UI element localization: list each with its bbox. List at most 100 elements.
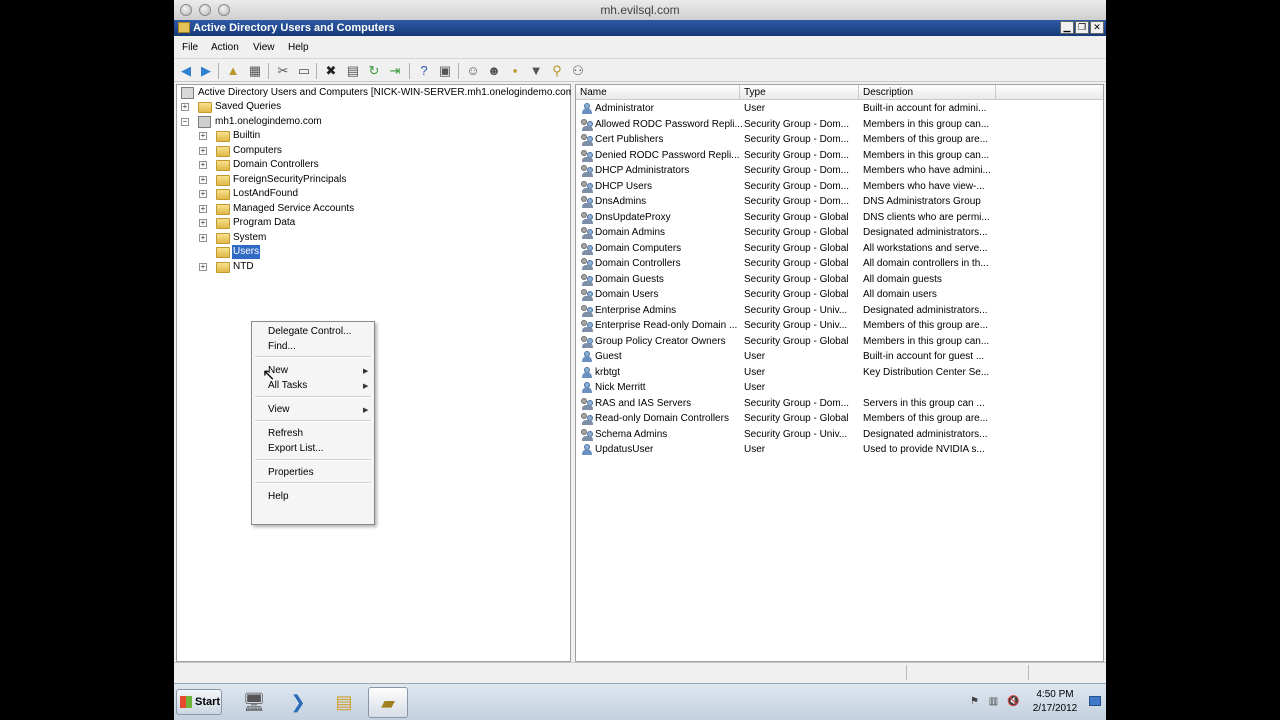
cell-type: User bbox=[744, 351, 766, 362]
tree-label: LostAndFound bbox=[233, 188, 299, 199]
column-header-type[interactable]: Type bbox=[740, 85, 859, 100]
list-row[interactable]: Domain Users Security Group - Global All d… bbox=[576, 287, 1103, 303]
ctx-help[interactable]: Help bbox=[268, 491, 289, 502]
menu-action[interactable]: Action bbox=[211, 42, 239, 53]
taskbar-clock[interactable]: 4:50 PM 2/17/2012 bbox=[1020, 688, 1090, 716]
show-tree-icon[interactable]: ▦ bbox=[247, 63, 263, 79]
delete-icon[interactable]: ✖ bbox=[323, 63, 339, 79]
explorer-icon[interactable]: ▤ bbox=[324, 687, 364, 718]
cell-description: All domain guests bbox=[863, 273, 942, 285]
user-icon bbox=[581, 443, 594, 456]
add-to-group-icon[interactable]: ⚇ bbox=[570, 63, 586, 79]
close-button[interactable]: ✕ bbox=[1090, 21, 1104, 34]
column-header-name[interactable]: Name bbox=[576, 85, 740, 100]
menu-file[interactable]: File bbox=[182, 42, 198, 53]
list-row[interactable]: Domain Computers Security Group - Global A… bbox=[576, 241, 1103, 257]
ctx-refresh[interactable]: Refresh bbox=[268, 428, 303, 439]
list-row[interactable]: DnsAdmins Security Group - Dom... DNS Admi… bbox=[576, 194, 1103, 210]
aduc-task-button[interactable]: ▰ bbox=[368, 687, 408, 718]
powershell-icon[interactable]: ❯ bbox=[278, 687, 318, 718]
new-group-icon[interactable]: ☻ bbox=[486, 63, 502, 79]
folder-icon bbox=[216, 189, 230, 200]
list-row[interactable]: RAS and IAS Servers Security Group - Dom.… bbox=[576, 396, 1103, 412]
volume-muted-icon[interactable]: 🔇 bbox=[1007, 696, 1019, 707]
list-row[interactable]: Allowed RODC Password Repli... Security G… bbox=[576, 117, 1103, 133]
find-icon[interactable]: ⚲ bbox=[549, 63, 565, 79]
group-icon bbox=[581, 180, 594, 193]
ctx-properties[interactable]: Properties bbox=[268, 467, 314, 478]
list-row[interactable]: DHCP Users Security Group - Dom... Members… bbox=[576, 179, 1103, 195]
expand-icon[interactable]: + bbox=[199, 205, 207, 213]
menu-help[interactable]: Help bbox=[288, 42, 309, 53]
expand-icon[interactable]: + bbox=[181, 103, 189, 111]
export-list-icon[interactable]: ⇥ bbox=[387, 63, 403, 79]
list-row[interactable]: Denied RODC Password Repli... Security Gr… bbox=[576, 148, 1103, 164]
menubar: File Action View Help bbox=[174, 37, 1106, 57]
submenu-arrow-icon: ▶ bbox=[363, 383, 369, 390]
collapse-icon[interactable]: − bbox=[181, 118, 189, 126]
copy-icon[interactable]: ▭ bbox=[296, 63, 312, 79]
list-row[interactable]: Guest User Built-in account for guest ... bbox=[576, 349, 1103, 365]
list-row[interactable]: krbtgt User Key Distribution Center Se... bbox=[576, 365, 1103, 381]
window-titlebar[interactable]: Active Directory Users and Computers ▁ ❐… bbox=[174, 20, 1106, 36]
ctx-find[interactable]: Find... bbox=[268, 341, 296, 352]
help-icon[interactable]: ? bbox=[416, 63, 432, 79]
forward-icon[interactable]: ▶ bbox=[198, 63, 214, 79]
list-row[interactable]: Schema Admins Security Group - Univ... Des… bbox=[576, 427, 1103, 443]
expand-icon[interactable]: + bbox=[199, 234, 207, 242]
expand-icon[interactable]: + bbox=[199, 132, 207, 140]
status-bar bbox=[174, 662, 1106, 682]
expand-icon[interactable]: + bbox=[199, 219, 207, 227]
expand-icon[interactable]: + bbox=[199, 176, 207, 184]
list-row[interactable]: Read-only Domain Controllers Security Gro… bbox=[576, 411, 1103, 427]
expand-icon[interactable]: + bbox=[199, 147, 207, 155]
column-header-description[interactable]: Description bbox=[859, 85, 996, 100]
list-row[interactable]: DHCP Administrators Security Group - Dom.… bbox=[576, 163, 1103, 179]
domain-icon bbox=[198, 116, 211, 128]
folder-icon bbox=[216, 175, 230, 186]
ctx-view[interactable]: View bbox=[268, 404, 290, 415]
cell-type: User bbox=[744, 366, 766, 378]
list-row[interactable]: Domain Guests Security Group - Global All … bbox=[576, 272, 1103, 288]
network-icon[interactable]: ▥ bbox=[988, 696, 999, 707]
snapin-icon bbox=[181, 87, 194, 99]
list-row[interactable]: Enterprise Read-only Domain ... Security … bbox=[576, 318, 1103, 334]
list-row[interactable]: Domain Admins Security Group - Global Desi… bbox=[576, 225, 1103, 241]
server-manager-icon[interactable]: 🖥 bbox=[234, 687, 274, 718]
list-row[interactable]: Enterprise Admins Security Group - Univ..… bbox=[576, 303, 1103, 319]
list-row[interactable]: UpdatusUser User Used to provide NVIDIA s.… bbox=[576, 442, 1103, 458]
ctx-export-list[interactable]: Export List... bbox=[268, 443, 324, 454]
list-row[interactable]: Nick Merritt User bbox=[576, 380, 1103, 396]
new-ou-icon[interactable]: ▪ bbox=[507, 63, 523, 79]
group-icon bbox=[581, 319, 594, 332]
minimize-button[interactable]: ▁ bbox=[1060, 21, 1074, 34]
cell-name: Enterprise Read-only Domain ... bbox=[595, 320, 738, 331]
column-header-filler bbox=[996, 85, 1103, 100]
list-row[interactable]: Cert Publishers Security Group - Dom... Me… bbox=[576, 132, 1103, 148]
properties-icon[interactable]: ▤ bbox=[345, 63, 361, 79]
filter-icon[interactable]: ▼ bbox=[528, 63, 544, 79]
cell-type: Security Group - Univ... bbox=[744, 304, 848, 316]
restore-button[interactable]: ❐ bbox=[1075, 21, 1089, 34]
up-folder-icon[interactable]: ▲ bbox=[225, 63, 241, 79]
list-row[interactable]: DnsUpdateProxy Security Group - Global DNS… bbox=[576, 210, 1103, 226]
ctx-delegate-control[interactable]: Delegate Control... bbox=[268, 326, 351, 337]
expand-icon[interactable]: + bbox=[199, 190, 207, 198]
list-row[interactable]: Group Policy Creator Owners Security Grou… bbox=[576, 334, 1103, 350]
cell-description: Members in this group can... bbox=[863, 149, 990, 161]
refresh-icon[interactable]: ↻ bbox=[366, 63, 382, 79]
list-row[interactable]: Domain Controllers Security Group - Globa… bbox=[576, 256, 1103, 272]
cut-icon[interactable]: ✂ bbox=[275, 63, 291, 79]
expand-icon[interactable]: + bbox=[199, 263, 207, 271]
expand-icon[interactable]: + bbox=[199, 161, 207, 169]
show-action-pane-icon[interactable]: ▣ bbox=[437, 63, 453, 79]
menu-view[interactable]: View bbox=[253, 42, 275, 53]
start-button[interactable]: Start bbox=[176, 689, 222, 715]
list-row[interactable]: Administrator User Built-in account for ad… bbox=[576, 101, 1103, 117]
back-icon[interactable]: ◀ bbox=[178, 63, 194, 79]
cell-name: Allowed RODC Password Repli... bbox=[595, 118, 743, 130]
new-user-icon[interactable]: ☺ bbox=[465, 63, 481, 79]
mac-titlebar[interactable]: mh.evilsql.com bbox=[174, 0, 1106, 21]
show-desktop-button[interactable] bbox=[1089, 696, 1101, 706]
action-center-flag-icon[interactable]: ⚑ bbox=[969, 696, 980, 707]
